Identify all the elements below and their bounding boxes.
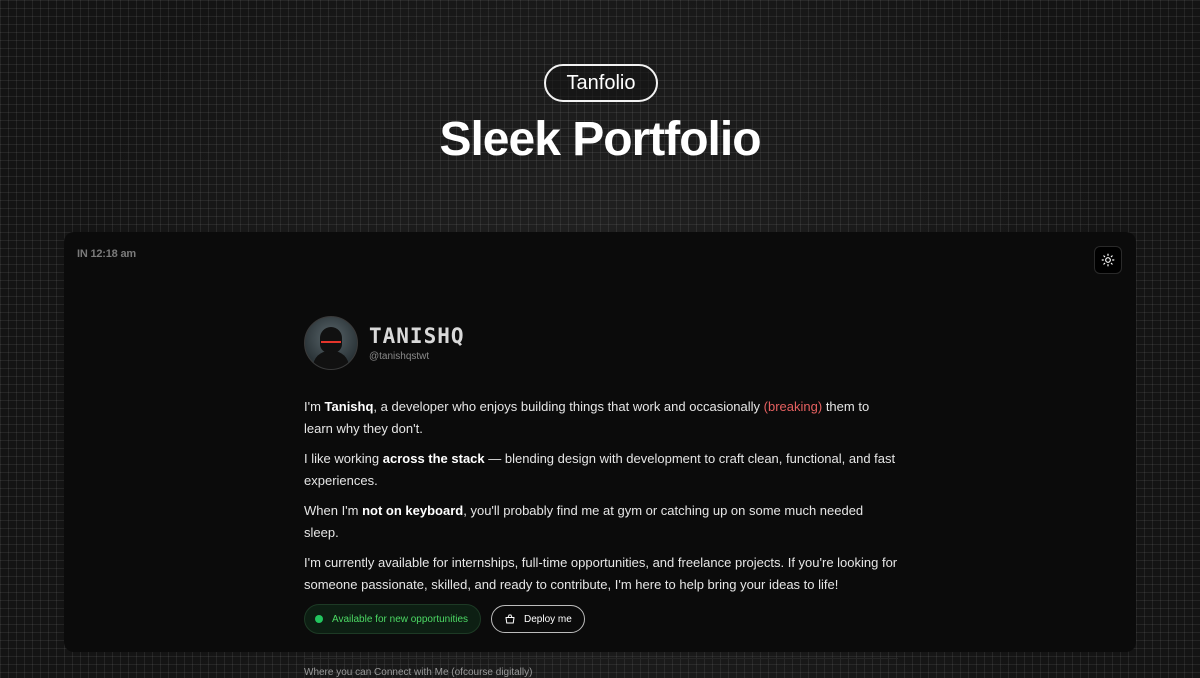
bio-paragraph-intro: I'm Tanishq, a developer who enjoys buil… <box>304 399 870 436</box>
bio-paragraph-availability: I'm currently available for internships,… <box>304 555 898 592</box>
portfolio-card: IN 12:18 am TANISHQ @tanishqstwt I'm Tan… <box>64 232 1136 678</box>
profile-header: TANISHQ @tanishqstwt <box>304 316 898 370</box>
status-dot <box>315 615 323 623</box>
bio-paragraph-stack: I like working across the stack — blendi… <box>304 451 896 488</box>
bio-paragraph-hobbies: When I'm not on keyboard, you'll probabl… <box>304 503 864 540</box>
theme-toggle-button[interactable] <box>1094 246 1122 274</box>
breaking-highlight: (breaking) <box>763 399 823 414</box>
local-time: IN 12:18 am <box>77 248 136 260</box>
avatar <box>304 316 358 370</box>
profile-content: TANISHQ @tanishqstwt I'm Tanishq, a deve… <box>304 316 898 678</box>
connect-heading: Where you can Connect with Me (ofcourse … <box>304 667 533 678</box>
divider <box>304 658 898 659</box>
profile-name: TANISHQ <box>369 324 465 348</box>
bio: I'm Tanishq, a developer who enjoys buil… <box>304 396 898 596</box>
sun-icon <box>1101 253 1115 267</box>
bag-icon <box>505 614 515 624</box>
brand-badge: Tanfolio <box>544 64 658 102</box>
profile-handle: @tanishqstwt <box>369 351 430 362</box>
page-title: Sleek Portfolio <box>439 113 761 166</box>
deploy-me-button[interactable]: Deploy me <box>491 605 585 633</box>
